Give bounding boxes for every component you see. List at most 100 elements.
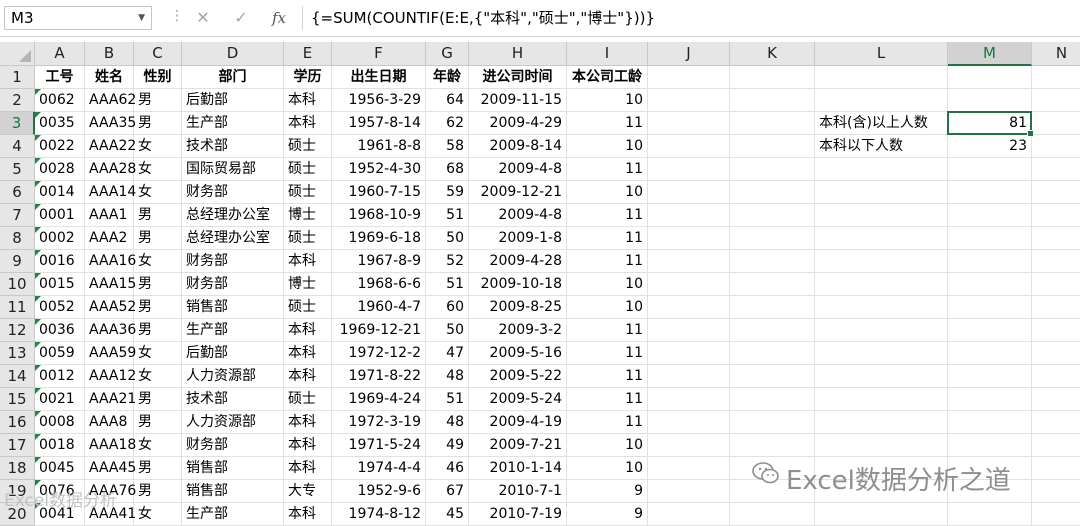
row-header-13[interactable]: 13 xyxy=(0,342,35,365)
cell-c10[interactable]: 男 xyxy=(134,273,182,296)
cell-l13[interactable] xyxy=(815,342,948,365)
cell-m7[interactable] xyxy=(948,204,1032,227)
cell-l7[interactable] xyxy=(815,204,948,227)
cell-n4[interactable] xyxy=(1032,135,1080,158)
cell-m15[interactable] xyxy=(948,388,1032,411)
cell-l20[interactable] xyxy=(815,503,948,526)
cell-g17[interactable]: 49 xyxy=(426,434,469,457)
cell-l4[interactable]: 本科以下人数 xyxy=(815,135,948,158)
cell-a1[interactable]: 工号 xyxy=(35,66,85,89)
cell-f2[interactable]: 1956-3-29 xyxy=(332,89,426,112)
cell-a12[interactable]: 0036 xyxy=(35,319,85,342)
cell-b5[interactable]: AAA28 xyxy=(85,158,136,181)
cell-c6[interactable]: 女 xyxy=(134,181,182,204)
cell-j14[interactable] xyxy=(648,365,730,388)
row-header-6[interactable]: 6 xyxy=(0,181,35,204)
column-header-k[interactable]: K xyxy=(730,42,815,66)
column-header-m[interactable]: M xyxy=(948,42,1032,66)
column-header-b[interactable]: B xyxy=(85,42,134,66)
cell-j15[interactable] xyxy=(648,388,730,411)
cell-g9[interactable]: 52 xyxy=(426,250,469,273)
cell-n19[interactable] xyxy=(1032,480,1080,503)
row-header-8[interactable]: 8 xyxy=(0,227,35,250)
column-header-i[interactable]: I xyxy=(567,42,648,66)
cell-h17[interactable]: 2009-7-21 xyxy=(469,434,567,457)
cell-d17[interactable]: 财务部 xyxy=(182,434,284,457)
cell-d12[interactable]: 生产部 xyxy=(182,319,284,342)
cell-d6[interactable]: 财务部 xyxy=(182,181,284,204)
cell-e4[interactable]: 硕士 xyxy=(284,135,332,158)
cell-j8[interactable] xyxy=(648,227,730,250)
cell-c14[interactable]: 女 xyxy=(134,365,182,388)
cell-i4[interactable]: 10 xyxy=(567,135,648,158)
cell-a7[interactable]: 0001 xyxy=(35,204,85,227)
cell-j7[interactable] xyxy=(648,204,730,227)
cell-j9[interactable] xyxy=(648,250,730,273)
cell-e15[interactable]: 硕士 xyxy=(284,388,332,411)
cell-g19[interactable]: 67 xyxy=(426,480,469,503)
cell-d14[interactable]: 人力资源部 xyxy=(182,365,284,388)
cell-b3[interactable]: AAA35 xyxy=(85,112,136,135)
cell-k4[interactable] xyxy=(730,135,815,158)
cell-j20[interactable] xyxy=(648,503,730,526)
cell-a10[interactable]: 0015 xyxy=(35,273,85,296)
cell-c7[interactable]: 男 xyxy=(134,204,182,227)
cell-c20[interactable]: 女 xyxy=(134,503,182,526)
cell-k7[interactable] xyxy=(730,204,815,227)
cell-i10[interactable]: 10 xyxy=(567,273,648,296)
cell-f11[interactable]: 1960-4-7 xyxy=(332,296,426,319)
cell-j17[interactable] xyxy=(648,434,730,457)
cell-f7[interactable]: 1968-10-9 xyxy=(332,204,426,227)
cell-b1[interactable]: 姓名 xyxy=(85,66,134,89)
cell-k14[interactable] xyxy=(730,365,815,388)
cell-n3[interactable] xyxy=(1032,112,1080,135)
cell-j19[interactable] xyxy=(648,480,730,503)
cell-b8[interactable]: AAA2 xyxy=(85,227,134,250)
cell-f3[interactable]: 1957-8-14 xyxy=(332,112,426,135)
cell-d18[interactable]: 销售部 xyxy=(182,457,284,480)
cell-e19[interactable]: 大专 xyxy=(284,480,332,503)
cell-k12[interactable] xyxy=(730,319,815,342)
cell-k15[interactable] xyxy=(730,388,815,411)
cell-f14[interactable]: 1971-8-22 xyxy=(332,365,426,388)
cell-j6[interactable] xyxy=(648,181,730,204)
cell-k5[interactable] xyxy=(730,158,815,181)
cell-n20[interactable] xyxy=(1032,503,1080,526)
cell-h7[interactable]: 2009-4-8 xyxy=(469,204,567,227)
cell-i15[interactable]: 11 xyxy=(567,388,648,411)
cell-i5[interactable]: 11 xyxy=(567,158,648,181)
cell-m6[interactable] xyxy=(948,181,1032,204)
cell-m10[interactable] xyxy=(948,273,1032,296)
cell-f10[interactable]: 1968-6-6 xyxy=(332,273,426,296)
cell-c19[interactable]: 男 xyxy=(134,480,182,503)
cell-h14[interactable]: 2009-5-22 xyxy=(469,365,567,388)
cell-a15[interactable]: 0021 xyxy=(35,388,85,411)
cell-n5[interactable] xyxy=(1032,158,1080,181)
cell-g20[interactable]: 45 xyxy=(426,503,469,526)
cell-a8[interactable]: 0002 xyxy=(35,227,85,250)
column-header-e[interactable]: E xyxy=(284,42,332,66)
cell-b7[interactable]: AAA1 xyxy=(85,204,134,227)
row-header-4[interactable]: 4 xyxy=(0,135,35,158)
cell-e12[interactable]: 本科 xyxy=(284,319,332,342)
cell-m12[interactable] xyxy=(948,319,1032,342)
cell-l2[interactable] xyxy=(815,89,948,112)
cell-n14[interactable] xyxy=(1032,365,1080,388)
cell-f12[interactable]: 1969-12-21 xyxy=(332,319,426,342)
cell-j4[interactable] xyxy=(648,135,730,158)
cell-h3[interactable]: 2009-4-29 xyxy=(469,112,567,135)
cell-d10[interactable]: 财务部 xyxy=(182,273,284,296)
cell-g7[interactable]: 51 xyxy=(426,204,469,227)
cell-m2[interactable] xyxy=(948,89,1032,112)
cell-g8[interactable]: 50 xyxy=(426,227,469,250)
cell-j2[interactable] xyxy=(648,89,730,112)
cell-e17[interactable]: 本科 xyxy=(284,434,332,457)
cell-j12[interactable] xyxy=(648,319,730,342)
cell-e10[interactable]: 博士 xyxy=(284,273,332,296)
cell-c1[interactable]: 性别 xyxy=(134,66,182,89)
cell-h13[interactable]: 2009-5-16 xyxy=(469,342,567,365)
cell-h19[interactable]: 2010-7-1 xyxy=(469,480,567,503)
cell-b16[interactable]: AAA8 xyxy=(85,411,134,434)
column-header-f[interactable]: F xyxy=(332,42,426,66)
cell-n12[interactable] xyxy=(1032,319,1080,342)
